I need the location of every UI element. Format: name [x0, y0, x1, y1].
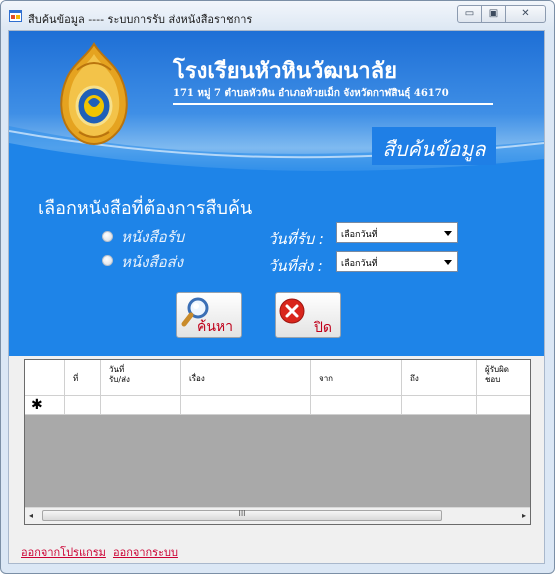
column-header-subject[interactable]: เรื่อง: [181, 360, 311, 395]
search-button-label: ค้นหา: [197, 319, 234, 335]
maximize-button[interactable]: ▣: [481, 5, 506, 23]
column-header-no[interactable]: ที่: [65, 360, 101, 395]
close-x-icon: [279, 298, 305, 324]
grid-cell[interactable]: [402, 396, 477, 414]
close-button-label: ปิด: [314, 320, 332, 336]
exit-program-link[interactable]: ออกจากโปรแกรม: [21, 543, 106, 561]
chevron-down-icon: [444, 231, 452, 236]
school-name: โรงเรียนหัวหินวัฒนาลัย: [173, 58, 398, 84]
column-header-responsible[interactable]: ผู้รับผิด ชอบ: [477, 360, 530, 395]
radio-sent[interactable]: [102, 255, 113, 266]
received-date-select[interactable]: เลือกวันที่: [336, 222, 458, 243]
grip-icon: III: [238, 509, 246, 518]
scroll-left-icon[interactable]: ◂: [29, 511, 33, 520]
column-header-to[interactable]: ถึง: [402, 360, 477, 395]
grid-header: ที่ วันที่ รับ/ส่ง เรื่อง จาก ถึง ผู้รับ…: [25, 360, 530, 395]
section-title-box: สืบค้นข้อมูล: [372, 127, 496, 165]
new-row-icon: ✱: [31, 397, 43, 413]
scroll-right-icon[interactable]: ▸: [522, 511, 526, 520]
search-button[interactable]: ค้นหา: [176, 292, 242, 338]
close-window-button[interactable]: ✕: [505, 5, 546, 23]
grid-cell[interactable]: [101, 396, 181, 414]
grid-cell[interactable]: [181, 396, 311, 414]
received-date-label: วันที่รับ :: [268, 230, 324, 248]
choose-document-label: เลือกหนังสือที่ต้องการสืบค้น: [38, 198, 253, 219]
grid-cell[interactable]: [477, 396, 530, 414]
results-grid[interactable]: ที่ วันที่ รับ/ส่ง เรื่อง จาก ถึง ผู้รับ…: [24, 359, 531, 525]
minimize-icon: ▭: [464, 8, 475, 19]
close-button[interactable]: ปิด: [275, 292, 341, 338]
logout-link[interactable]: ออกจากระบบ: [113, 543, 178, 561]
address-underline: [173, 103, 493, 105]
title-bar[interactable]: สืบค้นข้อมูล ---- ระบบการรับ ส่งหนังสือร…: [1, 1, 554, 31]
minimize-button[interactable]: ▭: [457, 5, 482, 23]
close-icon: ✕: [521, 8, 530, 19]
school-emblem: [60, 42, 128, 146]
maximize-icon: ▣: [488, 8, 499, 19]
row-header-corner: [25, 360, 65, 395]
school-address: 171 หมู่ 7 ตำบลหัวหิน อำเภอห้วยเม็ก จังห…: [173, 88, 449, 99]
column-header-date[interactable]: วันที่ รับ/ส่ง: [101, 360, 181, 395]
column-header-from[interactable]: จาก: [311, 360, 402, 395]
radio-sent-label[interactable]: หนังสือส่ง: [121, 250, 183, 274]
app-icon: [9, 10, 22, 22]
sent-date-label: วันที่ส่ง :: [268, 257, 323, 275]
grid-cell[interactable]: [311, 396, 402, 414]
received-date-value: เลือกวันที่: [341, 230, 378, 240]
grid-cell[interactable]: [65, 396, 101, 414]
section-title: สืบค้นข้อมูล: [382, 137, 486, 161]
horizontal-scrollbar[interactable]: ◂ III ▸: [25, 507, 530, 524]
radio-received[interactable]: [102, 231, 113, 242]
row-header-cell: ✱: [25, 396, 65, 414]
scroll-thumb[interactable]: III: [42, 509, 442, 521]
sent-date-select[interactable]: เลือกวันที่: [336, 251, 458, 272]
sent-date-value: เลือกวันที่: [341, 259, 378, 269]
chevron-down-icon: [444, 260, 452, 265]
window-title: สืบค้นข้อมูล ---- ระบบการรับ ส่งหนังสือร…: [28, 13, 253, 26]
radio-received-label[interactable]: หนังสือรับ: [121, 225, 184, 249]
table-row-new[interactable]: ✱: [25, 395, 530, 415]
